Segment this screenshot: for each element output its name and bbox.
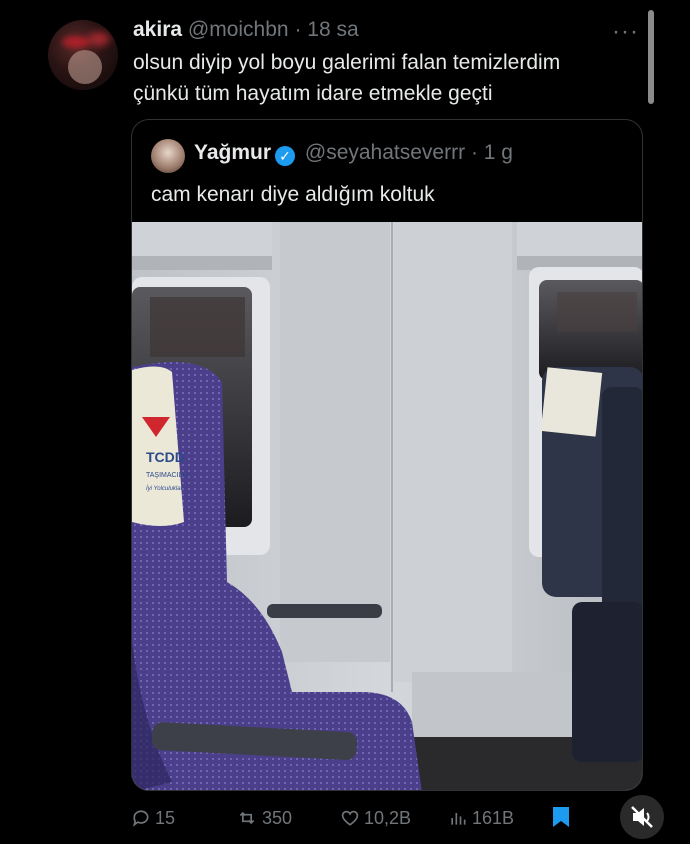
quoted-author-handle[interactable]: @seyahatseverrr — [305, 141, 465, 164]
reply-button[interactable]: 15 — [131, 808, 175, 829]
quoted-author-avatar[interactable] — [151, 139, 185, 173]
train-seat-photo[interactable]: TCDD TAŞIMACILIK İyi Yolculuklar — [132, 222, 643, 791]
separator: · — [294, 18, 302, 41]
heart-icon — [341, 810, 359, 826]
mute-button[interactable] — [620, 795, 664, 839]
action-bar: 15 350 10,2B 161B — [0, 800, 690, 835]
quoted-tweet-header: Yağmur ✓ @seyahatseverrr · 1 g — [194, 141, 513, 166]
headrest-sub-text: TAŞIMACILIK — [146, 472, 189, 479]
separator: · — [470, 141, 478, 164]
like-button[interactable]: 10,2B — [340, 808, 411, 829]
views-button[interactable]: 161B — [448, 808, 514, 829]
repost-button[interactable]: 350 — [236, 808, 292, 829]
repost-icon — [239, 811, 255, 825]
headrest-logo-text: TCDD — [146, 449, 185, 465]
author-handle[interactable]: @moichbn — [188, 18, 289, 41]
headrest-tagline-text: İyi Yolculuklar — [146, 485, 184, 492]
more-icon[interactable]: ··· — [612, 18, 639, 46]
author-avatar[interactable] — [48, 20, 118, 90]
scrollbar[interactable] — [648, 10, 654, 104]
quoted-tweet[interactable]: Yağmur ✓ @seyahatseverrr · 1 g cam kenarı… — [131, 119, 643, 791]
author-name[interactable]: akira — [133, 18, 182, 41]
tweet-header: akira @moichbn · 18 sa — [133, 18, 359, 42]
repost-count: 350 — [262, 808, 293, 828]
views-icon — [451, 813, 466, 825]
speaker-muted-icon — [631, 806, 653, 828]
tweet-time[interactable]: 18 sa — [307, 18, 358, 41]
quoted-author-name[interactable]: Yağmur — [194, 141, 271, 164]
tweet-text: olsun diyip yol boyu galerimi falan temi… — [133, 47, 643, 109]
tweet-text-line: çünkü tüm hayatım idare etmekle geçti — [133, 82, 493, 105]
bookmark-icon[interactable] — [552, 806, 570, 828]
like-count: 10,2B — [364, 808, 412, 828]
verified-badge-icon: ✓ — [275, 146, 296, 166]
tweet-text-line: olsun diyip yol boyu galerimi falan temi… — [133, 51, 561, 74]
quoted-tweet-text: cam kenarı diye aldığım koltuk — [151, 183, 435, 206]
reply-icon — [132, 810, 149, 827]
views-count: 161B — [472, 808, 515, 828]
reply-count: 15 — [155, 808, 176, 828]
quoted-tweet-time[interactable]: 1 g — [484, 141, 513, 164]
